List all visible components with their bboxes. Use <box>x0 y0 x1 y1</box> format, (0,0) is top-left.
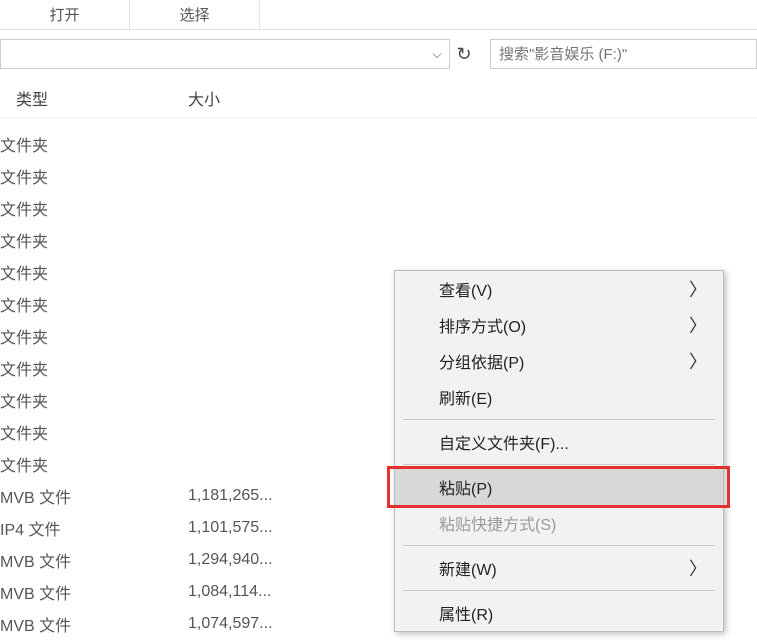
cell-type: 文件夹 <box>0 132 188 156</box>
toolbar: 打开 选择 <box>0 0 757 30</box>
list-item[interactable]: 文件夹 <box>0 192 757 224</box>
column-headers: 类型 大小 <box>0 78 757 118</box>
cell-type: 文件夹 <box>0 164 188 188</box>
cell-type: IP4 文件 <box>0 516 188 540</box>
search-input[interactable] <box>499 46 748 63</box>
refresh-button[interactable]: ↻ <box>452 39 476 69</box>
context-label: 排序方式(O) <box>439 313 526 337</box>
context-properties[interactable]: 属性(R) <box>395 595 723 631</box>
context-label: 新建(W) <box>439 556 497 580</box>
chevron-right-icon: 〉 <box>689 348 707 374</box>
cell-type: MVB 文件 <box>0 580 188 604</box>
cell-size: 1,294,940... <box>188 551 273 569</box>
cell-type: MVB 文件 <box>0 484 188 508</box>
context-label: 查看(V) <box>439 277 492 301</box>
context-group[interactable]: 分组依据(P) 〉 <box>395 343 723 379</box>
search-box[interactable] <box>490 39 757 69</box>
cell-type: 文件夹 <box>0 324 188 348</box>
select-button[interactable]: 选择 <box>130 0 260 29</box>
context-new[interactable]: 新建(W) 〉 <box>395 550 723 586</box>
context-label: 粘贴快捷方式(S) <box>439 511 556 535</box>
chevron-right-icon: 〉 <box>689 555 707 581</box>
cell-type: 文件夹 <box>0 388 188 412</box>
context-separator <box>403 464 715 465</box>
context-label: 自定义文件夹(F)... <box>439 430 569 454</box>
cell-type: 文件夹 <box>0 292 188 316</box>
cell-size: 1,074,597... <box>188 615 273 633</box>
cell-type: 文件夹 <box>0 356 188 380</box>
cell-type: 文件夹 <box>0 196 188 220</box>
context-view[interactable]: 查看(V) 〉 <box>395 271 723 307</box>
cell-type: MVB 文件 <box>0 548 188 572</box>
context-label: 粘贴(P) <box>439 475 492 499</box>
chevron-right-icon: 〉 <box>689 312 707 338</box>
context-label: 属性(R) <box>439 601 493 625</box>
address-row: ⌵ ↻ <box>0 36 757 72</box>
cell-size: 1,084,114... <box>188 583 271 601</box>
address-dropdown-icon[interactable]: ⌵ <box>429 46 445 62</box>
column-header-type[interactable]: 类型 <box>0 86 188 110</box>
context-customize-folder[interactable]: 自定义文件夹(F)... <box>395 424 723 460</box>
context-separator <box>403 590 715 591</box>
context-menu: 查看(V) 〉 排序方式(O) 〉 分组依据(P) 〉 刷新(E) 自定义文件夹… <box>394 270 724 632</box>
cell-type: 文件夹 <box>0 420 188 444</box>
cell-size: 1,181,265... <box>188 487 273 505</box>
context-refresh[interactable]: 刷新(E) <box>395 379 723 415</box>
list-item[interactable]: 文件夹 <box>0 224 757 256</box>
list-item[interactable]: 文件夹 <box>0 160 757 192</box>
address-bar[interactable]: ⌵ <box>0 39 450 69</box>
cell-type: 文件夹 <box>0 260 188 284</box>
context-sort[interactable]: 排序方式(O) 〉 <box>395 307 723 343</box>
context-separator <box>403 545 715 546</box>
context-label: 分组依据(P) <box>439 349 524 373</box>
cell-type: 文件夹 <box>0 228 188 252</box>
cell-size: 1,101,575... <box>188 519 273 537</box>
cell-type: MVB 文件 <box>0 612 188 636</box>
context-separator <box>403 419 715 420</box>
column-header-size[interactable]: 大小 <box>188 86 220 110</box>
cell-type: 文件夹 <box>0 452 188 476</box>
context-paste-shortcut: 粘贴快捷方式(S) <box>395 505 723 541</box>
open-button[interactable]: 打开 <box>0 0 130 29</box>
context-paste[interactable]: 粘贴(P) <box>395 469 723 505</box>
chevron-right-icon: 〉 <box>689 276 707 302</box>
context-label: 刷新(E) <box>439 385 492 409</box>
refresh-icon: ↻ <box>456 44 471 65</box>
list-item[interactable]: 文件夹 <box>0 128 757 160</box>
